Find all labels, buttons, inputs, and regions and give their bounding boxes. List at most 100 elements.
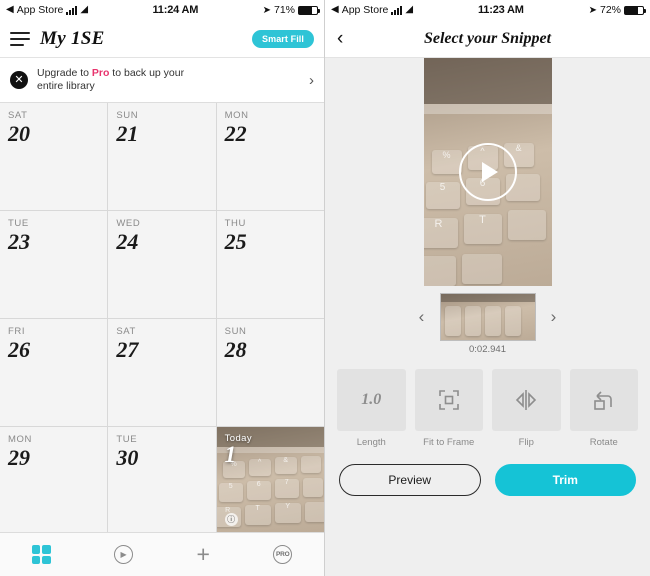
tab-grid-icon[interactable] — [31, 545, 51, 564]
signal-bars-icon — [66, 5, 78, 15]
calendar-cell-day: 21 — [116, 121, 139, 146]
trim-button[interactable]: Trim — [494, 464, 636, 496]
calendar-cell[interactable]: TUE 30 — [108, 427, 216, 534]
calendar-cell-day: 26 — [8, 337, 30, 362]
scrub-prev-button[interactable]: ‹ — [414, 307, 430, 327]
filmstrip-thumbnail[interactable] — [439, 293, 536, 341]
timecode-label: 0:02.941 — [469, 344, 506, 355]
signal-bars-icon — [391, 5, 403, 15]
today-day-number: 1 — [224, 442, 237, 467]
smart-fill-button[interactable]: Smart Fill — [251, 29, 314, 48]
scrub-next-button[interactable]: › — [546, 307, 562, 327]
calendar-cell[interactable]: MON 29 — [0, 427, 108, 534]
page-title: My 1SE — [40, 27, 105, 49]
status-carrier-label: App Store — [16, 4, 64, 16]
calendar-cell[interactable]: SAT 20 — [0, 103, 108, 210]
calendar-cell[interactable]: MON 22 — [216, 103, 324, 210]
left-status-bar: ◀ App Store ◢ 11:24 AM ➤ 71% — [0, 0, 324, 20]
calendar-cell-dow: SUN — [224, 326, 247, 337]
calendar-cell[interactable]: SUN 21 — [108, 103, 216, 210]
preview-button[interactable]: Preview — [339, 464, 481, 496]
calendar-cell-dow: WED — [116, 218, 141, 229]
fit-to-frame-icon[interactable] — [414, 369, 483, 431]
left-status-left: ◀ App Store ◢ — [6, 4, 88, 16]
tab-pro-icon[interactable]: PRO — [273, 545, 293, 564]
filmstrip-image — [440, 294, 535, 340]
calendar-cell-day: 27 — [116, 337, 139, 362]
play-icon[interactable] — [458, 143, 517, 201]
back-button[interactable]: ‹ — [337, 29, 343, 48]
calendar-cell-day: 28 — [224, 337, 247, 362]
today-photo-thumbnail: % ^ & 5 6 7 R T Y Today 1 ⓘ — [216, 427, 324, 534]
tool-label: Fit to Frame — [423, 437, 475, 448]
battery-icon — [624, 5, 646, 15]
calendar-cell[interactable]: FRI 26 — [0, 319, 108, 426]
calendar-cell-day: 25 — [224, 229, 247, 254]
play-triangle — [482, 162, 498, 182]
info-icon[interactable]: ⓘ — [224, 513, 238, 526]
status-back-chevron-icon: ◀ — [6, 4, 14, 15]
video-player[interactable]: % ^ & 5 6 R T — [325, 58, 650, 286]
left-status-right: ➤ 71% — [262, 4, 320, 16]
status-carrier-label: App Store — [341, 4, 389, 16]
upgrade-text-pro: Pro — [91, 66, 110, 79]
status-back-chevron-icon: ◀ — [331, 4, 339, 15]
tool-length[interactable]: 1.0 Length — [337, 369, 406, 448]
tab-add-icon[interactable]: + — [196, 543, 209, 566]
right-status-bar: ◀ App Store ◢ 11:23 AM ➤ 72% — [325, 0, 650, 20]
battery-percent-label: 72% — [599, 4, 621, 16]
video-frame: % ^ & 5 6 R T — [423, 58, 552, 286]
calendar-cell[interactable]: SUN 28 — [216, 319, 324, 426]
tool-flip[interactable]: Flip — [492, 369, 561, 448]
calendar-cell-today[interactable]: % ^ & 5 6 7 R T Y Today 1 ⓘ — [216, 427, 324, 534]
tool-fit-to-frame[interactable]: Fit to Frame — [414, 369, 483, 448]
chevron-right-icon[interactable]: › — [309, 72, 314, 89]
right-phone-screen: ◀ App Store ◢ 11:23 AM ➤ 72% ‹ Select yo… — [325, 0, 650, 576]
calendar-cell[interactable]: SAT 27 — [108, 319, 216, 426]
tool-label: Flip — [518, 437, 534, 448]
calendar-cell[interactable]: THU 25 — [216, 211, 324, 318]
calendar-cell-day: 29 — [8, 445, 30, 470]
location-arrow-icon: ➤ — [588, 4, 597, 16]
upgrade-text-post: to back up your — [109, 66, 185, 79]
wifi-icon: ◢ — [405, 4, 414, 15]
calendar-cell[interactable]: WED 24 — [108, 211, 216, 318]
tool-label: Rotate — [589, 437, 618, 448]
calendar-cell[interactable]: TUE 23 — [0, 211, 108, 318]
screenshot-root: ◀ App Store ◢ 11:24 AM ➤ 71% My 1SE Smar… — [0, 0, 650, 576]
flip-icon[interactable] — [492, 369, 561, 431]
length-value: 1.0 — [361, 391, 382, 408]
calendar-cell-dow: FRI — [8, 326, 26, 337]
upgrade-banner[interactable]: ✕ Upgrade to Pro to back up your entire … — [0, 58, 324, 103]
calendar-cell-day: 24 — [116, 229, 139, 254]
left-phone-screen: ◀ App Store ◢ 11:24 AM ➤ 71% My 1SE Smar… — [0, 0, 325, 576]
status-time: 11:23 AM — [478, 4, 524, 16]
battery-icon — [298, 5, 320, 15]
calendar-cell-day: 20 — [8, 121, 30, 146]
bottom-tab-bar: ▶ + PRO — [0, 532, 324, 576]
length-icon[interactable]: 1.0 — [337, 369, 406, 431]
calendar-cell-day: 30 — [116, 445, 139, 470]
right-nav-bar: ‹ Select your Snippet — [325, 20, 650, 58]
rotate-icon[interactable] — [569, 369, 638, 431]
trim-scrubber-row: ‹ › — [325, 286, 650, 348]
tab-play-icon[interactable]: ▶ — [114, 545, 134, 564]
tool-row: 1.0 Length Fit to Frame Flip Rotate — [325, 355, 650, 448]
calendar-cell-dow: MON — [8, 434, 32, 445]
calendar-cell-dow: MON — [224, 110, 249, 121]
calendar-cell-day: 22 — [224, 121, 247, 146]
menu-icon[interactable] — [10, 31, 30, 46]
calendar-cell-dow: TUE — [8, 218, 29, 229]
battery-percent-label: 71% — [273, 4, 295, 16]
right-status-right: ➤ 72% — [588, 4, 646, 16]
close-icon[interactable]: ✕ — [10, 71, 28, 89]
upgrade-text-pre: Upgrade to — [37, 66, 92, 79]
upgrade-text-line2: entire library — [37, 80, 95, 92]
calendar-cell-dow: SUN — [116, 110, 139, 121]
calendar-cell-dow: THU — [224, 218, 246, 229]
tool-label: Length — [356, 437, 386, 448]
status-time: 11:24 AM — [152, 4, 199, 16]
calendar-grid: SAT 20 SUN 21 MON 22 TUE 23 WED 24 THU 2… — [0, 103, 324, 534]
tool-rotate[interactable]: Rotate — [569, 369, 638, 448]
location-arrow-icon: ➤ — [262, 4, 271, 16]
